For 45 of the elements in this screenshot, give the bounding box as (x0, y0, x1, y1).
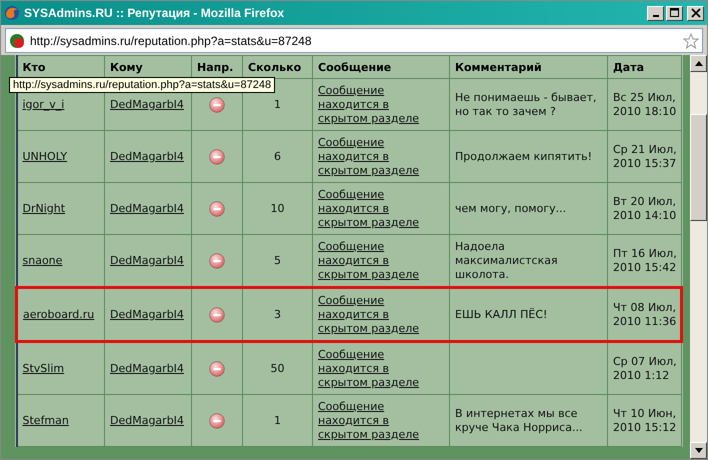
close-button[interactable] (687, 6, 704, 20)
maximize-icon (670, 8, 680, 18)
vertical-scrollbar[interactable] (690, 55, 707, 459)
date-cell: Чт 10 Июн, 2010 15:12 (608, 394, 682, 446)
date-cell: Вт 20 Июл, 2010 14:10 (608, 182, 682, 234)
window-title: SYSAdmins.RU :: Репутация - Mozilla Firefox (24, 6, 286, 20)
column-header: Дата (608, 56, 682, 78)
amount-cell: 3 (242, 288, 312, 342)
column-header: Комментарий (450, 56, 608, 78)
amount-cell: 1 (242, 394, 312, 446)
down-arrow-icon (694, 448, 702, 453)
globe-icon (4, 5, 20, 21)
date-cell: Чт 08 Июл, 2010 11:36 (608, 288, 682, 342)
date-cell: Ср 21 Июл, 2010 15:37 (608, 130, 682, 182)
minimize-icon (652, 15, 658, 17)
amount-cell: 10 (242, 182, 312, 234)
column-header: Кому (104, 56, 192, 78)
column-header: Сколько (242, 56, 312, 78)
site-icon (9, 32, 25, 48)
minimize-button[interactable] (647, 6, 664, 20)
maximize-button[interactable] (666, 6, 683, 20)
comment-cell: Не понимаешь - бывает, но так то зачем ? (450, 78, 608, 130)
bookmark-star-icon[interactable] (683, 32, 699, 48)
column-header: Кто (16, 56, 104, 78)
user-link[interactable]: StvSlim (22, 362, 64, 374)
address-bar[interactable]: http://sysadmins.ru/reputation.php?a=stats&u=87248 (5, 28, 703, 53)
date-cell: Ср 07 Июл, 2010 1:12 (608, 342, 682, 394)
comment-cell: чем могу, помогу... (450, 182, 608, 234)
column-header: Напр. (192, 56, 242, 78)
comment-cell: Продолжаем кипятить! (450, 130, 608, 182)
user-link[interactable]: snaone (22, 254, 62, 266)
comment-cell: В интернетах мы все круче Чака Норриса... (450, 394, 608, 446)
link-tooltip: http://sysadmins.ru/reputation.php?a=stats&u=87248 (9, 77, 276, 93)
user-link[interactable]: igor_v_i (22, 98, 64, 110)
user-link[interactable]: UNHOLY (22, 150, 68, 162)
amount-cell: 50 (242, 342, 312, 394)
user-link[interactable]: DrNight (22, 202, 66, 214)
date-cell: Вс 25 Июл, 2010 18:10 (608, 78, 682, 130)
amount-cell: 6 (242, 130, 312, 182)
column-header: Сообщение (312, 56, 450, 78)
close-icon (690, 8, 700, 18)
user-link[interactable]: aeroboard.ru (23, 308, 94, 320)
comment-cell: ЕШЬ КАЛЛ ПЁС! (450, 288, 608, 342)
user-link[interactable]: Stefman (22, 414, 69, 426)
up-arrow-icon (694, 61, 702, 66)
